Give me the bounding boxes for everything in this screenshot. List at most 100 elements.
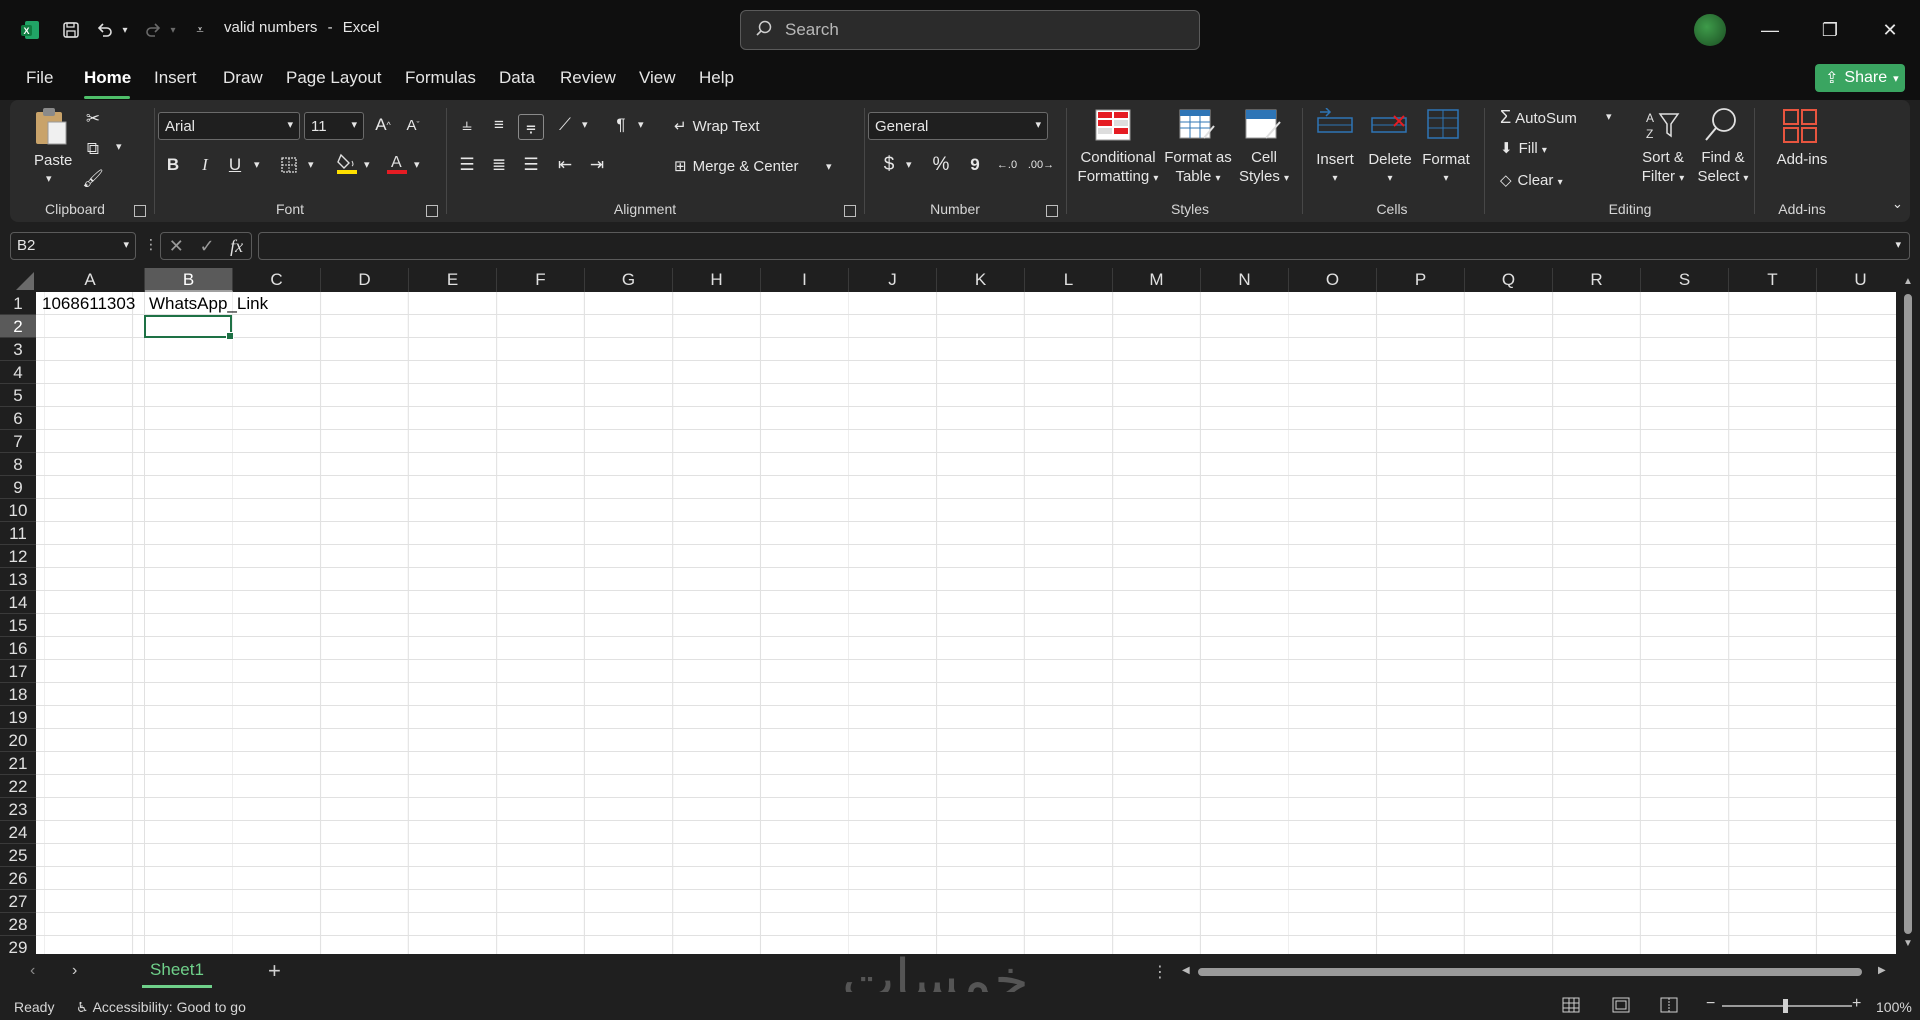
fill-color-icon[interactable] bbox=[334, 150, 360, 176]
sort-filter-icon[interactable]: AZ bbox=[1644, 106, 1682, 144]
font-size-select[interactable]: 11 ▾ bbox=[304, 112, 364, 140]
zoom-out-icon[interactable]: − bbox=[1706, 995, 1715, 1013]
customize-toolbar-icon[interactable]: ⩡ bbox=[190, 16, 210, 44]
align-left-icon[interactable]: ☰ bbox=[454, 152, 480, 178]
column-header-u[interactable]: U bbox=[1817, 268, 1905, 292]
row-header-18[interactable]: 18 bbox=[0, 683, 36, 706]
tab-file[interactable]: File bbox=[26, 68, 53, 88]
align-right-icon[interactable]: ☰ bbox=[518, 152, 544, 178]
row-header-6[interactable]: 6 bbox=[0, 407, 36, 430]
decrease-font-icon[interactable]: Aˇ bbox=[400, 112, 426, 138]
number-launcher-icon[interactable] bbox=[1046, 205, 1058, 217]
tab-insert[interactable]: Insert bbox=[154, 68, 197, 88]
accessibility-status[interactable]: ♿ Accessibility: Good to go bbox=[76, 999, 246, 1016]
insert-cells-button[interactable]: Insert ▾ bbox=[1310, 150, 1360, 188]
insert-function-button[interactable]: fx bbox=[230, 236, 243, 257]
column-header-f[interactable]: F bbox=[497, 268, 585, 292]
column-header-d[interactable]: D bbox=[321, 268, 409, 292]
copy-dropdown-icon[interactable]: ▾ bbox=[116, 140, 122, 153]
search-box[interactable] bbox=[740, 10, 1200, 50]
delete-cells-icon[interactable] bbox=[1370, 108, 1408, 146]
tab-review[interactable]: Review bbox=[560, 68, 616, 88]
save-icon[interactable] bbox=[58, 16, 84, 44]
row-header-9[interactable]: 9 bbox=[0, 476, 36, 499]
currency-button[interactable]: $ bbox=[876, 152, 902, 178]
scroll-down-icon[interactable]: ▼ bbox=[1903, 938, 1913, 949]
vertical-scrollbar[interactable]: ▲ ▼ bbox=[1896, 268, 1920, 954]
column-header-k[interactable]: K bbox=[937, 268, 1025, 292]
row-header-17[interactable]: 17 bbox=[0, 660, 36, 683]
expand-formula-icon[interactable]: ▾ bbox=[1895, 238, 1901, 251]
font-launcher-icon[interactable] bbox=[426, 205, 438, 217]
clipboard-launcher-icon[interactable] bbox=[134, 205, 146, 217]
column-header-n[interactable]: N bbox=[1201, 268, 1289, 292]
scroll-up-icon[interactable]: ▲ bbox=[1903, 276, 1913, 287]
row-header-24[interactable]: 24 bbox=[0, 821, 36, 844]
autosum-button[interactable]: Σ AutoSum bbox=[1500, 107, 1577, 128]
column-header-g[interactable]: G bbox=[585, 268, 673, 292]
normal-view-icon[interactable] bbox=[1562, 997, 1580, 1016]
find-select-button[interactable]: Find & Select ▾ bbox=[1690, 148, 1756, 188]
column-header-p[interactable]: P bbox=[1377, 268, 1465, 292]
row-header-13[interactable]: 13 bbox=[0, 568, 36, 591]
row-header-7[interactable]: 7 bbox=[0, 430, 36, 453]
row-header-21[interactable]: 21 bbox=[0, 752, 36, 775]
scroll-right-icon[interactable]: ▶ bbox=[1878, 965, 1886, 976]
fill-color-dropdown-icon[interactable]: ▾ bbox=[364, 158, 370, 171]
tab-formulas[interactable]: Formulas bbox=[405, 68, 476, 88]
zoom-level[interactable]: 100% bbox=[1876, 999, 1912, 1015]
orientation-dropdown-icon[interactable]: ▾ bbox=[582, 118, 588, 131]
insert-cells-icon[interactable] bbox=[1316, 107, 1354, 146]
restore-button[interactable]: ❐ bbox=[1810, 14, 1850, 46]
align-middle-icon[interactable]: ≡ bbox=[486, 112, 512, 138]
copy-icon[interactable]: ⧉ bbox=[80, 136, 106, 162]
column-header-a[interactable]: A bbox=[36, 268, 145, 292]
number-format-select[interactable]: General ▾ bbox=[868, 112, 1048, 140]
close-button[interactable]: ✕ bbox=[1870, 14, 1910, 46]
column-header-h[interactable]: H bbox=[673, 268, 761, 292]
text-direction-dropdown-icon[interactable]: ▾ bbox=[638, 118, 644, 131]
row-header-4[interactable]: 4 bbox=[0, 361, 36, 384]
cell-a1[interactable]: 1068611303 bbox=[42, 294, 135, 314]
cell-styles-icon[interactable] bbox=[1244, 108, 1282, 146]
column-header-m[interactable]: M bbox=[1113, 268, 1201, 292]
sheet-tab-sheet1[interactable]: Sheet1 bbox=[142, 954, 212, 988]
column-header-t[interactable]: T bbox=[1729, 268, 1817, 292]
row-header-12[interactable]: 12 bbox=[0, 545, 36, 568]
row-header-5[interactable]: 5 bbox=[0, 384, 36, 407]
zoom-in-icon[interactable]: + bbox=[1852, 995, 1861, 1013]
comma-style-button[interactable]: 9 bbox=[962, 152, 988, 178]
row-header-10[interactable]: 10 bbox=[0, 499, 36, 522]
format-cells-button[interactable]: Format ▾ bbox=[1418, 150, 1474, 188]
row-header-27[interactable]: 27 bbox=[0, 890, 36, 913]
paste-dropdown-icon[interactable]: ▾ bbox=[46, 172, 52, 185]
redo-icon[interactable] bbox=[140, 16, 166, 44]
cell-styles-button[interactable]: Cell Styles ▾ bbox=[1236, 148, 1292, 188]
tab-page-layout[interactable]: Page Layout bbox=[286, 68, 381, 88]
select-all-corner[interactable] bbox=[0, 268, 36, 292]
page-break-view-icon[interactable] bbox=[1660, 997, 1678, 1016]
cancel-icon[interactable]: ✕ bbox=[169, 236, 184, 257]
name-box[interactable]: B2 ▾ bbox=[10, 232, 136, 260]
horizontal-scrollbar[interactable]: ◀ ▶ bbox=[1180, 964, 1890, 980]
format-cells-icon[interactable] bbox=[1424, 106, 1462, 144]
font-color-icon[interactable]: A bbox=[384, 150, 410, 176]
tab-view[interactable]: View bbox=[639, 68, 676, 88]
row-header-20[interactable]: 20 bbox=[0, 729, 36, 752]
column-header-e[interactable]: E bbox=[409, 268, 497, 292]
merge-center-dropdown-icon[interactable]: ▾ bbox=[826, 160, 832, 173]
collapse-ribbon-icon[interactable]: ⌄ bbox=[1892, 196, 1903, 212]
row-header-16[interactable]: 16 bbox=[0, 637, 36, 660]
formula-input[interactable]: ▾ bbox=[258, 232, 1910, 260]
row-header-14[interactable]: 14 bbox=[0, 591, 36, 614]
decrease-decimal-icon[interactable]: .00→ bbox=[1028, 152, 1054, 178]
more-tabs-icon[interactable]: ⋮ bbox=[1152, 962, 1168, 982]
increase-indent-icon[interactable]: ⇥ bbox=[584, 152, 610, 178]
row-header-22[interactable]: 22 bbox=[0, 775, 36, 798]
currency-dropdown-icon[interactable]: ▾ bbox=[906, 158, 912, 171]
row-header-2[interactable]: 2 bbox=[0, 315, 36, 338]
add-ins-button[interactable]: Add-ins bbox=[1762, 150, 1842, 169]
font-family-select[interactable]: Arial ▾ bbox=[158, 112, 300, 140]
borders-dropdown-icon[interactable]: ▾ bbox=[308, 158, 314, 171]
alignment-launcher-icon[interactable] bbox=[844, 205, 856, 217]
